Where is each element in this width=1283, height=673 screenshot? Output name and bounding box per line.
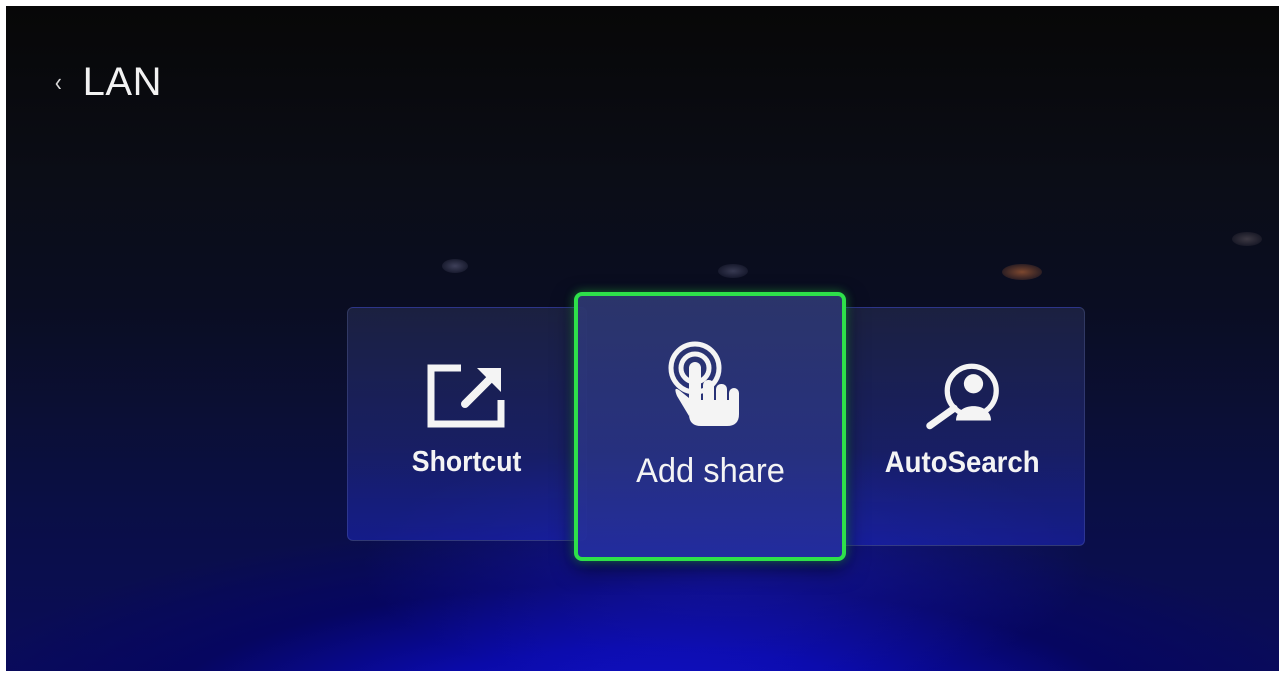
user-search-icon: [921, 354, 1005, 438]
add-share-label: Add share: [635, 452, 785, 490]
menu-tiles: Shortcut AutoSearch Add share: [6, 6, 1279, 671]
touch-hand-icon: [665, 340, 755, 430]
shortcut-label: Shortcut: [412, 446, 522, 478]
shortcut-tile[interactable]: Shortcut: [347, 307, 587, 541]
add-share-tile[interactable]: Add share: [574, 292, 846, 561]
media-player-screen: ‹ LAN Shortcut AutoSearch Add share: [6, 6, 1279, 671]
external-link-icon: [425, 354, 509, 438]
autosearch-tile[interactable]: AutoSearch: [840, 307, 1085, 546]
autosearch-label: AutoSearch: [885, 446, 1040, 479]
